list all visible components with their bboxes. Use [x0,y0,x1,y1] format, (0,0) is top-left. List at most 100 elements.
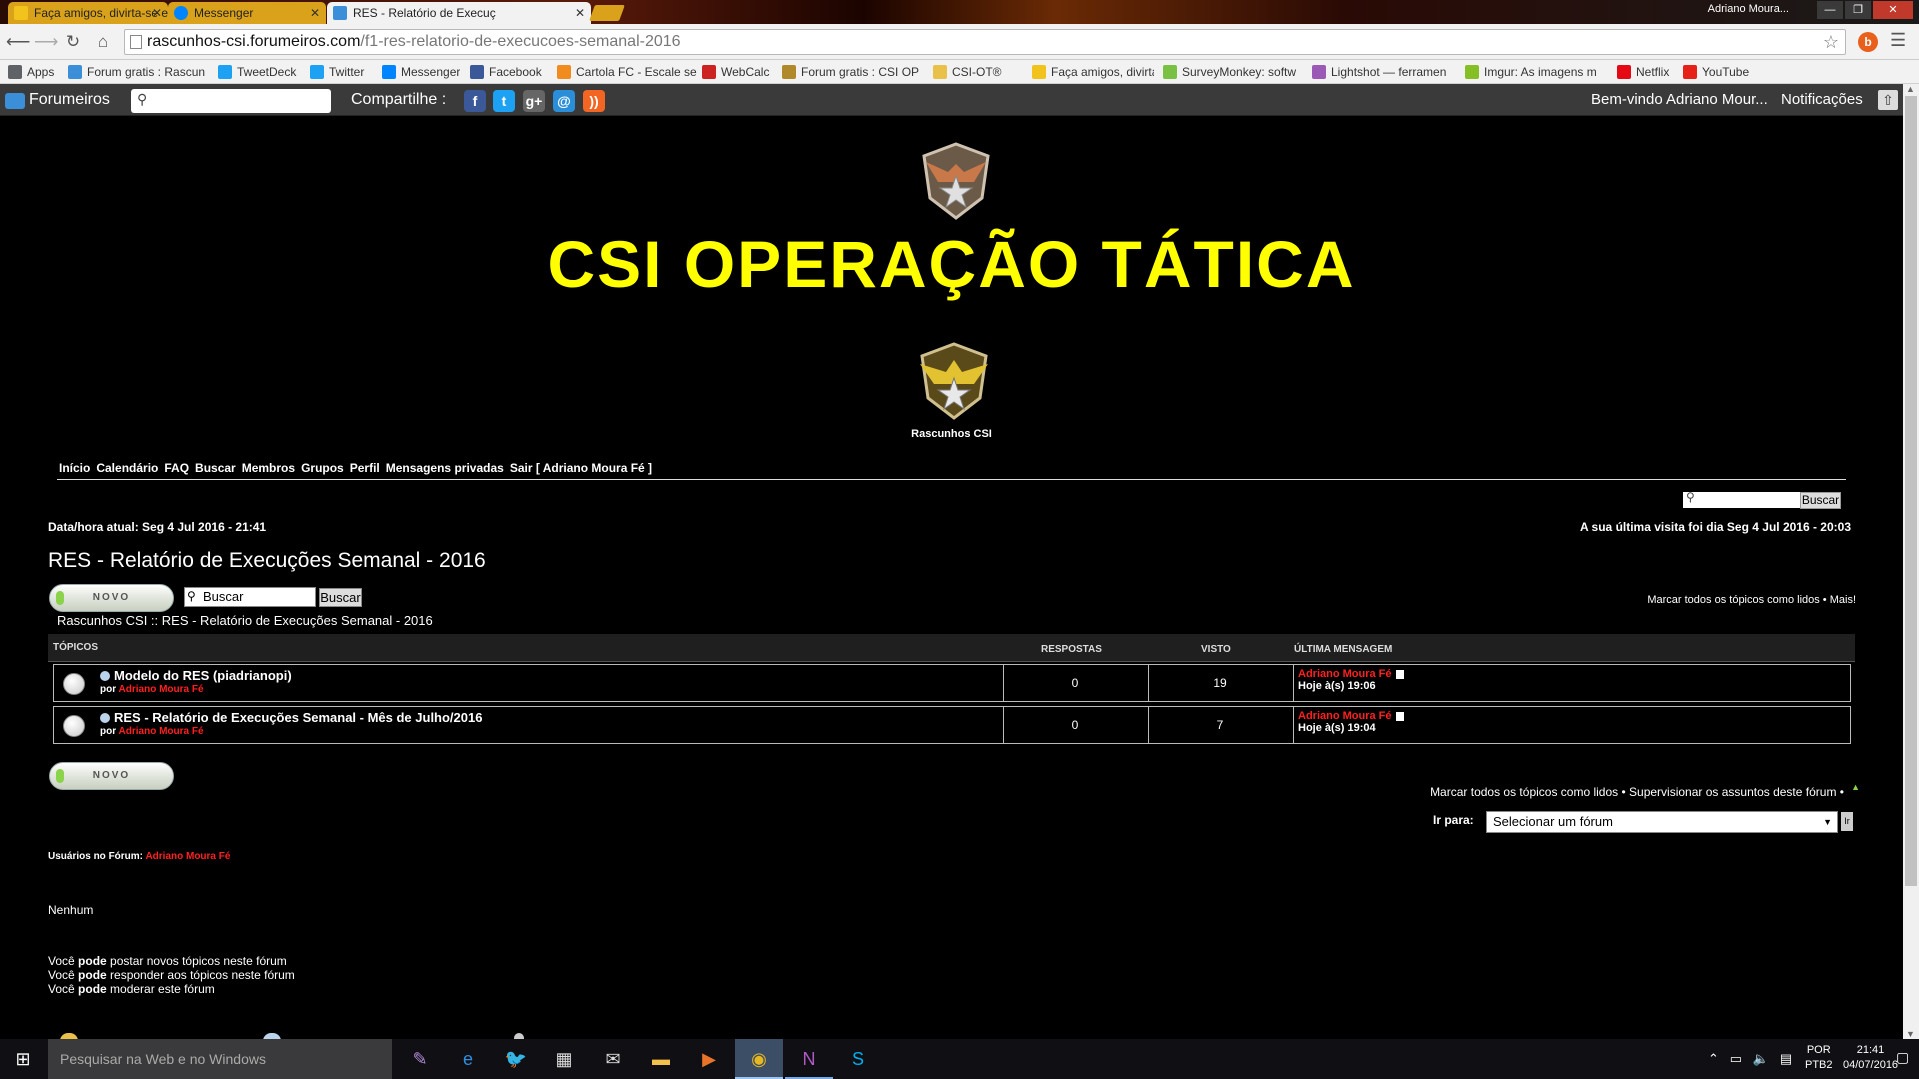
header-search-button[interactable]: Buscar [1800,492,1841,509]
chrome-icon[interactable]: ◉ [735,1039,783,1079]
back-icon[interactable]: ⟵ [6,31,30,53]
bookmark-item[interactable]: Messenger [382,64,460,80]
table-row[interactable]: RES - Relatório de Execuções Semanal - M… [53,706,1851,744]
bookmark-star-icon[interactable]: ☆ [1823,30,1839,54]
twitter-app-icon[interactable]: 🐦 [492,1039,540,1079]
mark-all-read-link[interactable]: Marcar todos os tópicos como lidos • Mai… [1647,594,1856,606]
home-icon[interactable]: ⌂ [92,31,114,53]
volume-icon[interactable]: 🔈 [1753,1051,1769,1066]
nav-link[interactable]: FAQ [164,461,189,475]
bookmark-item[interactable]: Forum gratis : CSI OP [782,64,924,80]
goto-last-post-icon[interactable] [1395,669,1404,679]
page-scrollbar[interactable]: ▲ ▼ [1903,84,1919,1039]
close-icon[interactable]: ✕ [575,2,585,24]
last-author[interactable]: Adriano Moura Fé [1298,710,1392,722]
nav-link[interactable]: Perfil [350,461,380,475]
forumeiros-brand[interactable]: Forumeiros [5,89,110,111]
tab-messenger[interactable]: Messenger ✕ [168,2,326,24]
scroll-up-arrow-icon[interactable]: ▲ [1906,84,1915,94]
minimize-icon[interactable]: — [1817,1,1843,19]
bookmark-item[interactable]: Netflix [1617,64,1673,80]
taskbar-search-input[interactable]: Pesquisar na Web e no Windows [48,1039,392,1079]
new-topic-button[interactable]: NOVO [49,584,174,612]
topic-title[interactable]: RES - Relatório de Execuções Semanal - M… [100,710,482,725]
googleplus-share-icon[interactable]: g+ [523,90,545,112]
new-tab-button[interactable] [589,5,625,21]
notifications-link[interactable]: Notificações [1781,91,1863,108]
clock[interactable]: 21:41 04/07/2016 [1843,1043,1898,1073]
topic-author[interactable]: Adriano Moura Fé [119,726,204,737]
online-user[interactable]: Adriano Moura Fé [145,851,230,862]
action-center-icon[interactable]: ▤ [1780,1051,1792,1066]
bookmark-item[interactable]: Imgur: As imagens m [1465,64,1609,80]
nav-link[interactable]: Membros [242,461,295,475]
bookmark-item[interactable]: Twitter [310,64,372,80]
address-bar[interactable]: rascunhos-csi.forumeiros.com/f1-res-rela… [124,29,1846,55]
email-share-icon[interactable]: @ [553,90,575,112]
bookmark-item[interactable]: Apps [8,64,60,80]
bookmark-item[interactable]: SurveyMonkey: softw [1163,64,1303,80]
calculator-icon[interactable]: ▦ [540,1039,588,1079]
jump-forum-select[interactable]: Selecionar um fórum ▼ [1486,811,1838,833]
bookmark-item[interactable]: Facebook [470,64,550,80]
language-indicator[interactable]: POR PTB2 [1805,1043,1833,1073]
bookmark-item[interactable]: WebCalc [702,64,772,80]
notification-icon[interactable]: ▢ [1896,1049,1909,1066]
go-top-icon[interactable]: ▲ [1851,782,1860,792]
nav-link[interactable]: Mensagens privadas [386,461,504,475]
file-explorer-icon[interactable]: ▬ [637,1039,685,1079]
bookmark-item[interactable]: CSI-OT® [933,64,1023,80]
scrollbar-thumb[interactable] [1905,96,1917,886]
forum-actions-links[interactable]: Marcar todos os tópicos como lidos • Sup… [1430,785,1844,799]
bookmark-item[interactable]: Forum gratis : Rascun [68,64,208,80]
facebook-share-icon[interactable]: f [464,90,486,112]
extension-icon[interactable]: b [1858,32,1878,52]
welcome-user[interactable]: Bem-vindo Adriano Mour... [1591,91,1768,108]
topic-author[interactable]: Adriano Moura Fé [119,684,204,695]
nav-link[interactable]: Calendário [96,461,158,475]
nav-link[interactable]: Sair [ Adriano Moura Fé ] [510,461,652,475]
toolbar-search-input[interactable]: ⚲ [131,89,331,113]
forward-icon[interactable]: ⟶ [34,31,58,53]
goto-last-post-icon[interactable] [1395,711,1404,721]
reload-icon[interactable]: ↻ [62,31,84,53]
rss-share-icon[interactable]: )) [583,90,605,112]
chrome-menu-icon[interactable]: ☰ [1890,30,1906,51]
scroll-down-arrow-icon[interactable]: ▼ [1906,1029,1915,1039]
windows-start-icon[interactable]: ⊞ [0,1039,46,1079]
onenote-icon[interactable]: N [785,1039,833,1079]
bookmark-item[interactable]: YouTube [1683,64,1763,80]
jump-go-button[interactable]: Ir [1841,812,1853,831]
close-icon[interactable]: ✕ [310,2,320,24]
close-icon[interactable]: ✕ [152,2,162,24]
mail-icon[interactable]: ✉ [589,1039,637,1079]
bookmark-item[interactable]: Faça amigos, divirta-s [1032,64,1154,80]
new-topic-button-bottom[interactable]: NOVO [49,762,174,790]
tab-res[interactable]: RES - Relatório de Execuç ✕ [327,2,591,24]
profile-name[interactable]: Adriano Moura... [1708,3,1789,15]
tray-chevron-icon[interactable]: ⌃ [1708,1051,1719,1066]
topic-search-input[interactable]: ⚲ Buscar [184,587,316,607]
feather-app-icon[interactable]: ✎ [396,1039,444,1079]
restore-icon[interactable]: ❐ [1845,1,1871,19]
table-row[interactable]: Modelo do RES (piadrianopi) por Adriano … [53,664,1851,702]
close-window-icon[interactable]: ✕ [1873,1,1913,19]
header-search-input[interactable]: ⚲ [1683,490,1801,508]
topic-title[interactable]: Modelo do RES (piadrianopi) [100,668,292,683]
skype-icon[interactable]: S [834,1039,882,1079]
tab-habbo[interactable]: Faça amigos, divirta-se e c ✕ [8,2,168,24]
media-player-icon[interactable]: ▶ [685,1039,733,1079]
nav-link[interactable]: Buscar [195,461,236,475]
bookmark-item[interactable]: Cartola FC - Escale se [557,64,697,80]
bookmark-item[interactable]: TweetDeck [218,64,302,80]
twitter-share-icon[interactable]: t [493,90,515,112]
nav-link[interactable]: Grupos [301,461,344,475]
topic-search-button[interactable]: Buscar [319,588,362,607]
scroll-top-icon[interactable]: ⇧ [1878,90,1898,110]
edge-icon[interactable]: e [444,1039,492,1079]
network-icon[interactable]: ▭ [1730,1051,1742,1066]
breadcrumb[interactable]: Rascunhos CSI :: RES - Relatório de Exec… [57,613,433,628]
nav-link[interactable]: Início [59,461,90,475]
bookmark-item[interactable]: Lightshot — ferramen [1312,64,1456,80]
last-author[interactable]: Adriano Moura Fé [1298,668,1392,680]
